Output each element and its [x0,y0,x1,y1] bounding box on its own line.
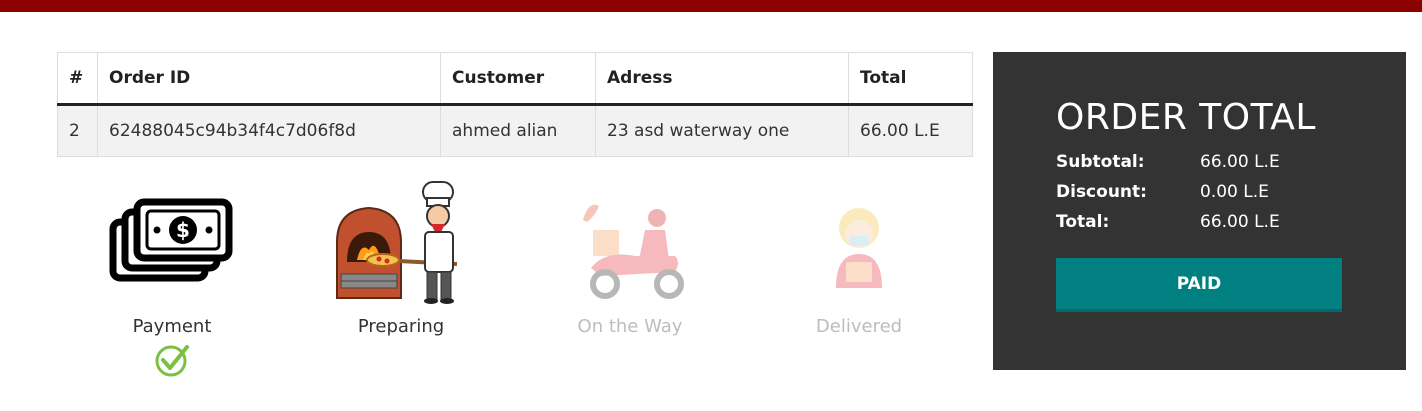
step-delivered: Delivered [744,180,974,390]
table-header-row: # Order ID Customer Adress Total [57,52,973,106]
chef-oven-icon [336,181,458,304]
delivery-person-icon [836,208,882,288]
header-total: Total [848,52,973,106]
table-row: 2 62488045c94b34f4c7d06f8d ahmed alian 2… [57,104,973,157]
orders-table: # Order ID Customer Adress Total 2 62488… [57,52,973,157]
order-total-title: ORDER TOTAL [1056,97,1316,138]
step-on-the-way: On the Way [515,180,745,390]
step-label-payment: Payment [132,316,212,337]
cell-total: 66.00 L.E [848,104,973,157]
delivery-scooter-icon [583,204,684,299]
header-address: Adress [595,52,849,106]
cell-order-id: 62488045c94b34f4c7d06f8d [97,104,441,157]
discount-value: 0.00 L.E [1200,182,1269,202]
step-label-on-the-way: On the Way [577,316,683,337]
header-order-id: Order ID [97,52,441,106]
header-number: # [57,52,98,106]
order-total-panel: ORDER TOTAL Subtotal: 66.00 L.E Discount… [993,52,1406,370]
cash-icon: $ [109,198,233,282]
top-bar [0,0,1422,12]
order-progress-steps: $ Payment Preparing On the Way Delivered [57,180,973,390]
total-label: Total: [1056,212,1110,232]
total-value: 66.00 L.E [1200,212,1280,232]
total-row: Total: 66.00 L.E [1056,212,1356,236]
svg-text:$: $ [176,218,190,242]
step-label-preparing: Preparing [357,316,445,337]
cell-address: 23 asd waterway one [595,104,849,157]
discount-row: Discount: 0.00 L.E [1056,182,1356,206]
check-icon [155,345,189,377]
cell-number: 2 [57,104,98,157]
subtotal-row: Subtotal: 66.00 L.E [1056,152,1356,176]
subtotal-value: 66.00 L.E [1200,152,1280,172]
header-customer: Customer [440,52,596,106]
step-label-delivered: Delivered [815,316,903,337]
discount-label: Discount: [1056,182,1147,202]
subtotal-label: Subtotal: [1056,152,1145,172]
step-preparing: Preparing [286,180,516,390]
step-payment: $ Payment [57,180,287,390]
paid-button[interactable]: PAID [1056,258,1342,312]
cell-customer: ahmed alian [440,104,596,157]
